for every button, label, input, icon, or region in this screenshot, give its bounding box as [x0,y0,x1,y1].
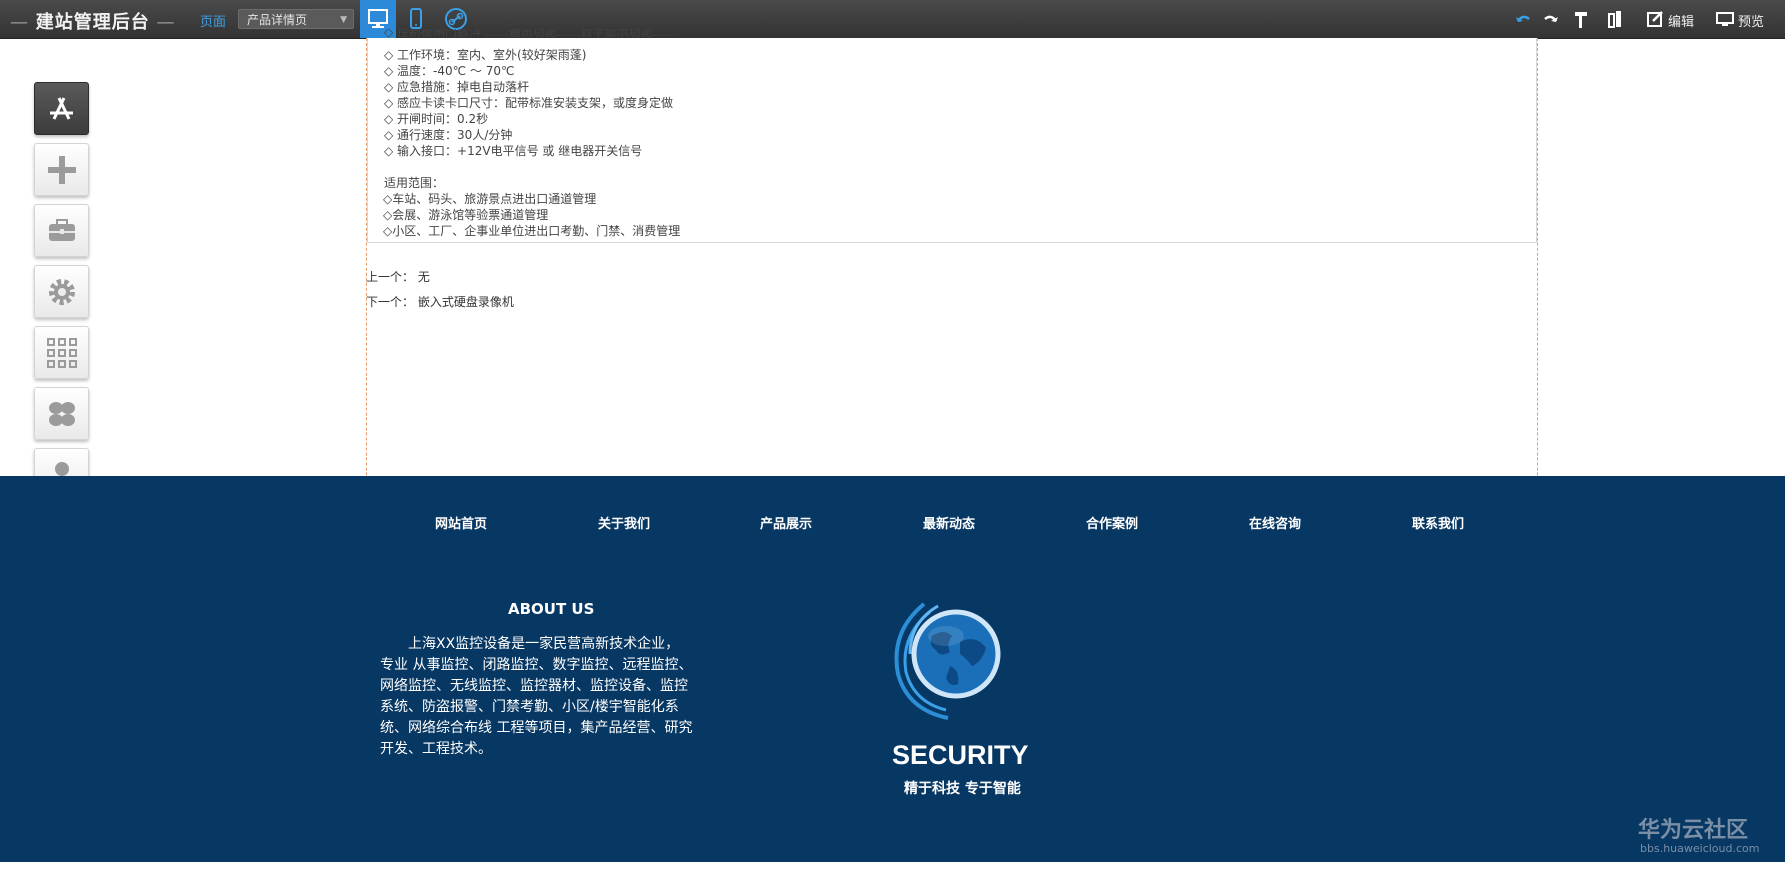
hammer-icon[interactable] [1572,9,1592,29]
redo-icon[interactable] [1542,9,1560,29]
about-title: ABOUT US [508,600,595,618]
prev-product-link[interactable]: 上一个： 无 [366,268,430,285]
logo-slogan: 精于科技 专于智能 [904,781,1021,797]
toolbox-icon [49,219,75,241]
page-select-value: 产品详情页 [247,13,308,27]
about-line: 开发、工程技术。 [380,741,492,757]
footer-nav-home[interactable]: 网站首页 [435,513,487,532]
gear-icon [49,279,75,305]
clover-icon [49,402,75,426]
spec-line: ◇ 感应卡读卡口尺寸：配带标准安装支架，或度身定做 [384,96,674,110]
spec-line: ◇ 工作环境：室内、室外(较好架雨蓬) [384,48,587,62]
globe-logo-icon [894,602,1001,720]
spec-line: ◇ 输入接口：+12V电平信号 或 继电器开关信号 [384,144,643,158]
sidebar-add-button[interactable] [34,143,89,196]
footer-nav-about[interactable]: 关于我们 [598,513,650,532]
about-line: 网络监控、无线监控、监控器材、监控设备、监控 [380,678,688,694]
sidebar-app-store-button[interactable] [34,82,89,135]
footer-bottom-strip [0,862,1785,875]
next-product-link[interactable]: 下一个： 嵌入式硬盘录像机 [366,293,514,310]
spec-line: ◇ 温度：-40℃ ～ 70℃ [384,64,515,78]
sidebar-toolbox-button[interactable] [34,204,89,257]
watermark-main: 华为云社区 [1638,818,1749,843]
preview-button[interactable]: 预览 [1738,11,1764,30]
spec-heading: 适用范围： [384,176,445,190]
spec-line: ◇ 应急措施：掉电自动落杆 [384,80,530,94]
plus-icon [48,156,76,184]
sidebar-settings-button[interactable] [34,265,89,318]
chart-icon[interactable] [1606,9,1624,29]
footer-nav-products[interactable]: 产品展示 [760,513,812,532]
logo-name: SECURITY [892,740,1029,770]
page-label: 页面 [200,15,227,30]
undo-icon[interactable] [1514,9,1532,29]
about-line: 上海XX监控设备是一家民营高新技术企业， [380,636,680,652]
footer-nav-consult[interactable]: 在线咨询 [1249,513,1301,532]
page-select[interactable]: 产品详情页 ▼ [238,9,354,29]
about-line: 统、网络综合布线 工程等项目，集产品经营、研究 [380,720,693,736]
app-store-icon [50,97,73,120]
watermark-sub: bbs.huaweicloud.com [1640,842,1760,855]
sidebar-clover-button[interactable] [34,387,89,440]
about-text: 上海XX监控设备是一家民营高新技术企业， 专业 从事监控、闭路监控、数字监控、远… [380,634,720,760]
edit-button[interactable]: 编辑 [1668,11,1694,30]
footer-nav-cases[interactable]: 合作案例 [1086,513,1138,532]
edit-icon[interactable] [1646,9,1664,29]
spec-line: ◇小区、工厂、企事业单位进出口考勤、门禁、消费管理 [383,224,681,238]
spec-line: ◇车站、码头、旅游景点进出口通道管理 [383,192,597,206]
brand-title: — 建站管理后台 — [10,12,176,33]
about-line: 系统、防盗报警、门禁考勤、小区/楼宇智能化系 [380,699,679,715]
spec-line: ◇会展、游泳馆等验票通道管理 [383,208,549,222]
grid-icon [47,338,77,368]
sidebar-grid-button[interactable] [34,326,89,379]
site-footer: 网站首页 关于我们 产品展示 最新动态 合作案例 在线咨询 联系我们 ABOUT… [0,476,1785,862]
spec-line: ◇ 通行速度：30人/分钟 [384,128,513,142]
footer-nav-news[interactable]: 最新动态 [923,513,975,532]
top-toolbar: — 建站管理后台 — 页面 产品详情页 ▼ 编辑 预览 [0,0,1785,39]
chevron-down-icon: ▼ [340,15,347,25]
monitor-icon[interactable] [1716,9,1734,29]
footer-nav-contact[interactable]: 联系我们 [1412,513,1464,532]
about-line: 专业 从事监控、闭路监控、数字监控、远程监控、 [380,657,693,673]
spec-line: ◇ 开闸时间：0.2秒 [384,112,489,126]
